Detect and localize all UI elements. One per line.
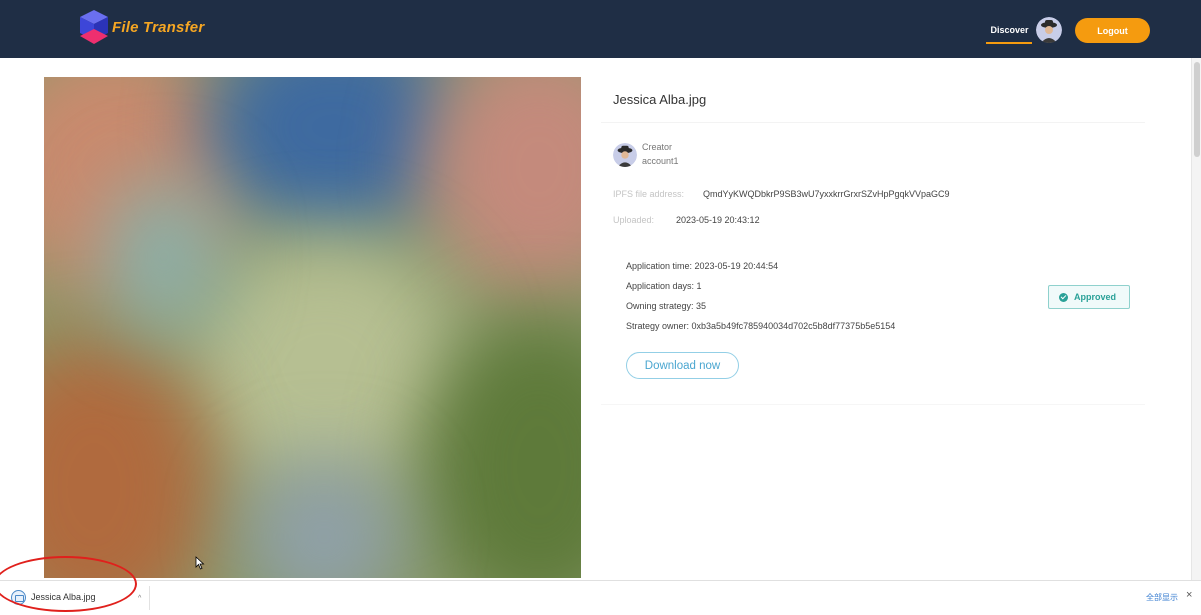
user-avatar-icon — [613, 143, 637, 167]
mouse-cursor-icon — [195, 556, 205, 570]
file-download-icon — [11, 590, 26, 605]
file-preview-image — [44, 77, 581, 578]
download-now-button[interactable]: Download now — [626, 352, 739, 379]
avatar[interactable] — [1036, 17, 1062, 43]
nav-active-indicator — [986, 42, 1032, 44]
close-icon[interactable]: × — [1186, 589, 1192, 601]
divider — [149, 586, 150, 610]
divider — [601, 404, 1145, 405]
application-time: Application time: 2023-05-19 20:44:54 — [626, 261, 779, 271]
downloaded-file-item[interactable]: Jessica Alba.jpg ^ — [9, 587, 141, 609]
chevron-up-icon[interactable]: ^ — [138, 595, 141, 602]
scrollbar[interactable] — [1191, 58, 1201, 580]
creator-label: Creator — [642, 142, 673, 152]
status-badge: Approved — [1048, 285, 1130, 309]
creator-account: account1 — [642, 156, 679, 166]
status-text: Approved — [1074, 292, 1117, 302]
strategy-owner: Strategy owner: 0xb3a5b49fc785940034d702… — [626, 321, 896, 331]
downloaded-file-name: Jessica Alba.jpg — [31, 592, 96, 602]
divider — [601, 122, 1145, 123]
application-days: Application days: 1 — [626, 281, 702, 291]
uploaded-label: Uploaded: — [613, 215, 655, 225]
check-circle-icon — [1059, 292, 1068, 302]
download-bar: Jessica Alba.jpg ^ 全部显示 × — [0, 580, 1201, 615]
ipfs-value: QmdYyKWQDbkrP9SB3wU7yxxkrrGrxrSZvHpPgqkV… — [703, 189, 950, 199]
logout-button[interactable]: Logout — [1075, 18, 1150, 43]
scrollbar-thumb[interactable] — [1194, 62, 1200, 157]
cube-logo-icon — [80, 10, 108, 44]
ipfs-label: IPFS file address: — [613, 189, 685, 199]
uploaded-value: 2023-05-19 20:43:12 — [676, 215, 760, 225]
page: File Transfer Discover Logout Jessica Al… — [0, 0, 1201, 615]
creator-avatar — [613, 143, 637, 167]
file-title: Jessica Alba.jpg — [613, 92, 707, 107]
brand-name: File Transfer — [112, 19, 205, 36]
owning-strategy: Owning strategy: 35 — [626, 301, 707, 311]
show-all-link[interactable]: 全部显示 — [1146, 592, 1178, 603]
nav-discover[interactable]: Discover — [987, 22, 1032, 44]
header: File Transfer Discover Logout — [0, 0, 1201, 58]
user-avatar-icon — [1036, 17, 1062, 43]
